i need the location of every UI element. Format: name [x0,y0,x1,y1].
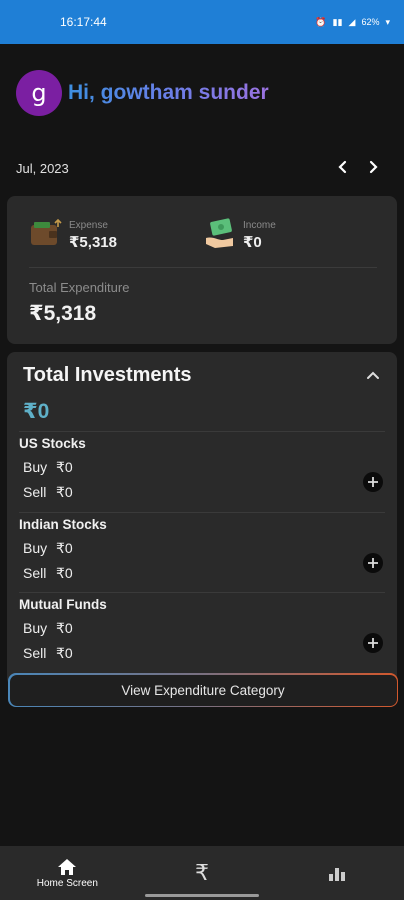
status-bar: 16:17:44 ⏰ ▮▮ ◢ 62% ▾ [0,0,404,44]
view-expenditure-category-label: View Expenditure Category [9,674,397,706]
buy-label: Buy [23,620,48,637]
chevron-right-icon[interactable] [358,158,388,179]
investments-title: Total Investments [23,364,192,386]
bottom-navigation: Home Screen ₹ [0,846,404,900]
alarm-icon: ⏰ [315,16,327,27]
sell-value: ₹0 [56,484,73,500]
rupee-icon: ₹ [195,860,209,885]
investments-total: ₹0 [23,400,50,423]
wifi-icon: ▾ [385,16,390,27]
status-icons: ⏰ ▮▮ ◢ 62% ▾ [315,17,390,28]
home-icon [58,858,77,875]
investment-section-us-stocks: US Stocks Buy ₹0 Sell ₹0 [19,431,385,512]
sell-value: ₹0 [56,564,73,581]
buy-value: ₹0 [56,620,73,637]
sell-value: ₹0 [56,645,73,662]
income-summary: Income ₹0 [203,214,377,267]
nav-expenses[interactable]: ₹ [135,846,270,900]
header: g Hi, gowtham sunder [0,44,404,126]
month-label: Jul, 2023 [16,160,69,176]
sell-label: Sell [23,484,47,500]
buy-value: ₹0 [56,539,73,556]
section-name: US Stocks [19,436,86,451]
nav-home[interactable]: Home Screen [0,846,135,900]
sell-label: Sell [23,564,47,581]
view-expenditure-category-button[interactable]: View Expenditure Category [8,673,398,707]
income-label: Income [243,220,276,231]
volte-icon: ▮▮ [332,16,343,27]
chevron-up-icon[interactable] [363,366,383,386]
battery-level: 62% [361,17,380,27]
expense-label: Expense [69,220,108,231]
add-circle-icon[interactable] [363,472,383,492]
expense-value: ₹5,318 [69,234,117,251]
investment-section-mutual-funds: Mutual Funds Buy ₹0 Sell ₹0 [19,592,385,673]
sell-label: Sell [23,645,47,662]
cash-hand-icon [206,218,233,248]
total-expenditure-label: Total Expenditure [29,280,130,295]
total-expenditure-value: ₹5,318 [29,302,97,325]
nav-charts[interactable] [269,846,404,900]
investment-section-indian-stocks: Indian Stocks Buy ₹0 Sell ₹0 [19,511,385,593]
section-name: Mutual Funds [19,597,107,613]
buy-label: Buy [23,539,48,556]
section-name: Indian Stocks [19,516,107,532]
add-circle-icon[interactable] [363,552,383,573]
nav-home-label: Home Screen [36,877,98,889]
signal-icon: ◢ [348,16,356,27]
buy-label: Buy [23,459,48,475]
summary-card: Expense ₹5,318 Income ₹0 Total Expenditu… [7,196,397,344]
expense-summary: Expense ₹5,318 [29,214,203,267]
chevron-left-icon[interactable] [328,158,358,179]
avatar[interactable]: g [16,70,62,116]
income-value: ₹0 [243,234,262,251]
greeting-text: Hi, gowtham sunder [68,81,269,104]
wallet-icon [31,218,62,245]
month-selector: Jul, 2023 [0,148,404,188]
bar-chart-icon [328,868,345,881]
status-time: 16:17:44 [60,15,107,29]
buy-value: ₹0 [56,459,73,475]
investments-card: Total Investments ₹0 US Stocks Buy ₹0 Sel… [7,352,397,686]
gesture-bar [145,894,259,897]
